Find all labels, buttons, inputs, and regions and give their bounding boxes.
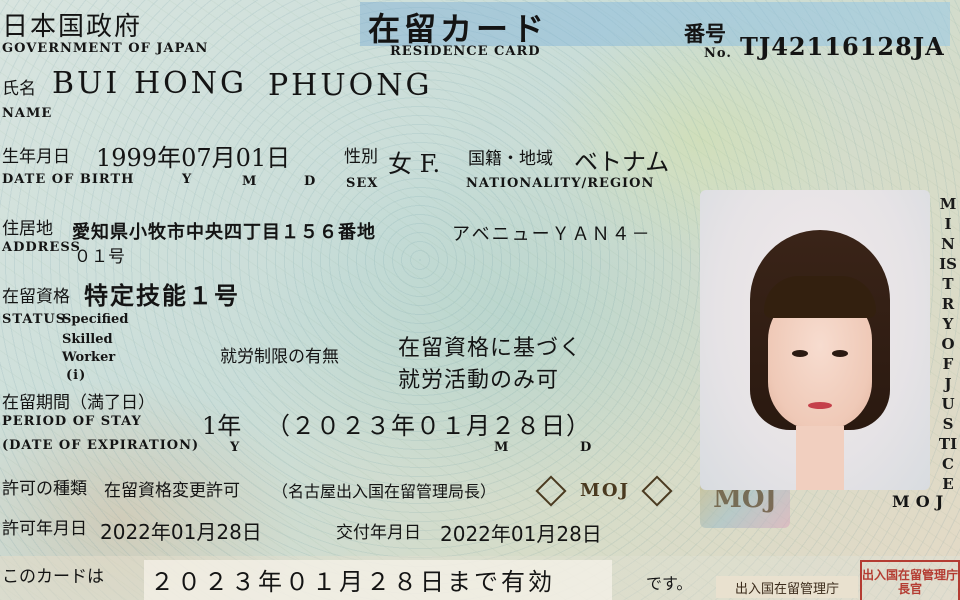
photo-eye-right xyxy=(832,350,848,357)
nationality-label-jp: 国籍・地域 xyxy=(468,149,553,169)
photo-neck xyxy=(796,426,844,490)
work-label-jp: 就労制限の有無 xyxy=(220,347,339,367)
sex-value: 女 F. xyxy=(388,150,441,178)
period-duration: 1年 xyxy=(202,412,242,440)
issue-date-label: 交付年月日 xyxy=(336,523,421,543)
work-value-line2: 就労活動のみ可 xyxy=(398,368,560,393)
validity-value: ２０２３年０１月２８日まで有効 xyxy=(150,568,555,596)
photo-eye-left xyxy=(792,350,808,357)
validity-label: このカードは xyxy=(2,567,104,587)
status-value-jp: 特定技能１号 xyxy=(84,282,240,310)
name-surname: BUI xyxy=(52,66,121,101)
address-label-jp: 住居地 xyxy=(2,219,53,239)
address-label-en: ADDRESS xyxy=(2,240,81,255)
status-value-en-2: Skilled xyxy=(62,332,113,347)
status-value-en-1: Specified xyxy=(62,312,129,327)
work-value-line1: 在留資格に基づく xyxy=(398,336,583,361)
validity-suffix: です。 xyxy=(646,574,693,593)
status-label-en: STATUS xyxy=(2,312,67,327)
period-label-jp: 在留期間（満了日） xyxy=(2,393,155,413)
permit-type-value: 在留資格変更許可 xyxy=(104,481,240,501)
status-value-en-3: Worker xyxy=(62,350,116,365)
nationality-value: ベトナム xyxy=(574,148,670,176)
permit-date-value: 2022年01月28日 xyxy=(100,520,262,544)
period-label-en-1: PERIOD OF STAY xyxy=(2,414,142,429)
birth-label-en: DATE OF BIRTH xyxy=(2,172,135,187)
birth-label-jp: 生年月日 xyxy=(2,147,70,167)
permit-type-label: 許可の種類 xyxy=(2,479,87,499)
country-jp: 日本国政府 xyxy=(2,12,143,42)
card-number: TJ42116128JA xyxy=(740,32,945,61)
name-label-jp: 氏名 xyxy=(2,79,36,99)
sex-label-en: SEX xyxy=(346,176,379,191)
residence-card: 日本国政府 GOVERNMENT OF JAPAN 在留カード RESIDENC… xyxy=(0,0,960,600)
name-middle: HONG xyxy=(134,66,247,101)
period-label-en-2: (DATE OF EXPIRATION) xyxy=(2,438,200,453)
name-label-en: NAME xyxy=(2,106,53,121)
moj-side: MOJ xyxy=(892,492,950,511)
birth-y: Y xyxy=(182,172,193,187)
photo-lips xyxy=(808,402,832,409)
number-label-en: No. xyxy=(704,46,732,61)
birth-value: 1999年07月01日 xyxy=(96,144,291,172)
address-line1: 愛知県小牧市中央四丁目１５６番地 xyxy=(72,222,376,243)
period-y: Y xyxy=(230,440,241,455)
number-label-jp: 番号 xyxy=(684,22,726,46)
birth-d: D xyxy=(304,174,317,189)
photo-bangs xyxy=(764,276,876,318)
address-line3: ０１号 xyxy=(74,247,125,267)
period-expiry: （２０２３年０１月２８日） xyxy=(266,412,591,440)
sex-label-jp: 性別 xyxy=(344,147,378,167)
portrait-photo xyxy=(700,190,930,490)
issuer-strip: 出入国在留管理庁 xyxy=(716,576,858,598)
birth-m: M xyxy=(242,174,258,189)
issue-date-value: 2022年01月28日 xyxy=(440,522,602,546)
card-title-en: RESIDENCE CARD xyxy=(390,44,541,59)
country-en: GOVERNMENT OF JAPAN xyxy=(2,41,209,56)
permit-office: （名古屋出入国在留管理局長） xyxy=(272,482,497,501)
status-label-jp: 在留資格 xyxy=(2,287,70,307)
permit-date-label: 許可年月日 xyxy=(2,519,87,539)
moj-microtext: MOJ xyxy=(579,479,631,501)
ministry-vertical-text: MINISTRY OF JUSTICE xyxy=(938,195,958,493)
period-m: M xyxy=(494,440,510,455)
nationality-label-en: NATIONALITY/REGION xyxy=(466,176,655,191)
status-value-en-4: (i) xyxy=(66,368,87,383)
period-d: D xyxy=(580,440,593,455)
address-line2: アベニューＹＡＮ４－ xyxy=(452,224,652,245)
official-seal: 出入国在留管理庁長官 xyxy=(860,560,960,600)
name-given: PHUONG xyxy=(268,68,433,103)
